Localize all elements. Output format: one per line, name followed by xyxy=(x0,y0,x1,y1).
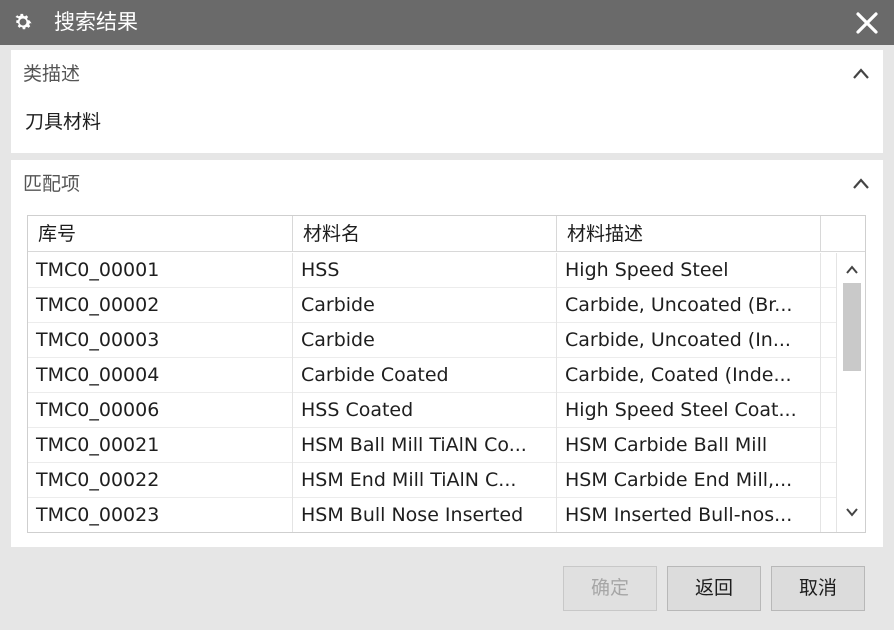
cell-library-id: TMC0_00001 xyxy=(28,253,293,288)
cell-material-name: Carbide Coated xyxy=(293,358,557,393)
cell-material-name: HSM End Mill TiAlN C... xyxy=(293,463,557,498)
cell-material-name: Carbide xyxy=(293,323,557,358)
window-title: 搜索结果 xyxy=(54,10,138,34)
column-header-material-description[interactable]: 材料描述 xyxy=(557,216,821,252)
cell-material-description: HSM Carbide Ball Mill xyxy=(557,428,821,463)
cancel-button[interactable]: 取消 xyxy=(771,566,865,611)
matches-panel: 匹配项 库号 材料名 材料描述 TMC0_00001 HSS High Spee… xyxy=(11,160,883,547)
cell-library-id: TMC0_00002 xyxy=(28,288,293,323)
table-row[interactable]: TMC0_00003 Carbide Carbide, Uncoated (In… xyxy=(28,323,836,358)
cell-material-description: Carbide, Uncoated (Br... xyxy=(557,288,821,323)
matches-table: 库号 材料名 材料描述 TMC0_00001 HSS High Speed St… xyxy=(27,215,866,533)
chevron-up-icon[interactable] xyxy=(851,65,871,81)
cell-library-id: TMC0_00022 xyxy=(28,463,293,498)
cell-library-id: TMC0_00021 xyxy=(28,428,293,463)
vertical-scrollbar[interactable] xyxy=(836,253,865,532)
cell-library-id: TMC0_00003 xyxy=(28,323,293,358)
table-row[interactable]: TMC0_00002 Carbide Carbide, Uncoated (Br… xyxy=(28,288,836,323)
cell-material-name: HSM Bull Nose Inserted xyxy=(293,498,557,532)
cell-library-id: TMC0_00023 xyxy=(28,498,293,532)
cell-material-description: High Speed Steel Coat... xyxy=(557,393,821,428)
cell-material-name: HSS xyxy=(293,253,557,288)
cell-library-id: TMC0_00004 xyxy=(28,358,293,393)
cell-material-description: HSM Inserted Bull-nos... xyxy=(557,498,821,532)
class-description-value: 刀具材料 xyxy=(25,111,102,133)
cell-material-name: HSM Ball Mill TiAlN Co... xyxy=(293,428,557,463)
table-row[interactable]: TMC0_00023 HSM Bull Nose Inserted HSM In… xyxy=(28,498,836,532)
table-row[interactable]: TMC0_00004 Carbide Coated Carbide, Coate… xyxy=(28,358,836,393)
table-header: 库号 材料名 材料描述 xyxy=(28,216,865,252)
cell-material-description: High Speed Steel xyxy=(557,253,821,288)
chevron-up-icon[interactable] xyxy=(851,175,871,191)
ok-button[interactable]: 确定 xyxy=(563,566,657,611)
table-row[interactable]: TMC0_00006 HSS Coated High Speed Steel C… xyxy=(28,393,836,428)
title-bar: 搜索结果 xyxy=(0,0,894,45)
column-header-material-name[interactable]: 材料名 xyxy=(293,216,557,252)
gear-icon xyxy=(15,13,32,30)
scrollbar-thumb[interactable] xyxy=(843,283,861,371)
cell-material-name: Carbide xyxy=(293,288,557,323)
scroll-up-icon[interactable] xyxy=(843,263,861,277)
table-row[interactable]: TMC0_00021 HSM Ball Mill TiAlN Co... HSM… xyxy=(28,428,836,463)
table-row[interactable]: TMC0_00001 HSS High Speed Steel xyxy=(28,253,836,288)
class-description-header: 类描述 xyxy=(23,63,81,85)
close-icon[interactable] xyxy=(854,10,880,36)
cell-library-id: TMC0_00006 xyxy=(28,393,293,428)
cell-material-description: HSM Carbide End Mill,... xyxy=(557,463,821,498)
class-description-panel: 类描述 刀具材料 xyxy=(11,50,883,153)
back-button[interactable]: 返回 xyxy=(667,566,761,611)
cell-material-description: Carbide, Uncoated (In... xyxy=(557,323,821,358)
matches-header: 匹配项 xyxy=(23,173,81,195)
scroll-down-icon[interactable] xyxy=(843,505,861,519)
table-row[interactable]: TMC0_00022 HSM End Mill TiAlN C... HSM C… xyxy=(28,463,836,498)
column-header-library-id[interactable]: 库号 xyxy=(28,216,293,252)
cell-material-description: Carbide, Coated (Inde... xyxy=(557,358,821,393)
cell-material-name: HSS Coated xyxy=(293,393,557,428)
